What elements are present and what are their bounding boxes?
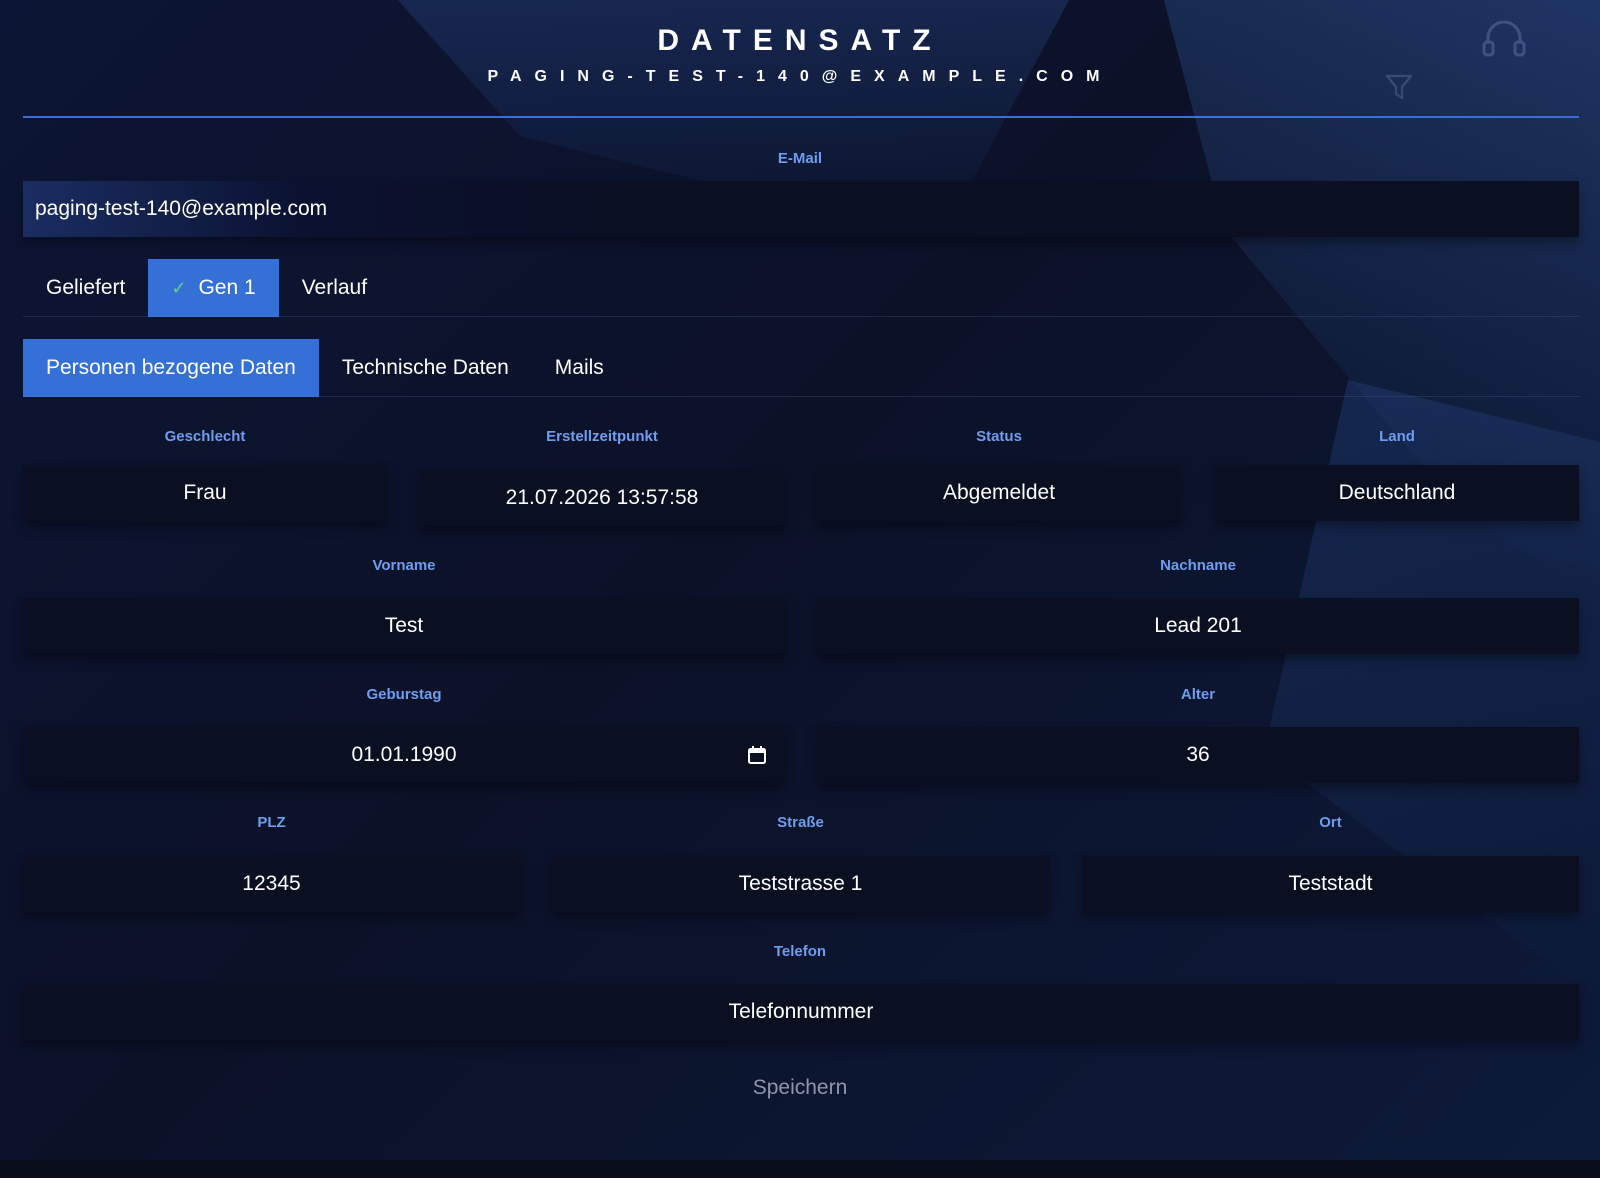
alter-value: 36 — [1186, 743, 1210, 766]
check-icon: ✓ — [171, 277, 187, 298]
alter-label: Alter — [1180, 686, 1216, 703]
telefon-input[interactable]: Telefonnummer — [23, 984, 1579, 1040]
header-divider — [23, 116, 1579, 118]
plz-input[interactable]: 12345 — [23, 856, 520, 912]
tab-mails[interactable]: Mails — [532, 339, 627, 397]
tab-personen-bezogene-daten[interactable]: Personen bezogene Daten — [23, 339, 319, 397]
header: DATENSATZ PAGING-TEST-140@EXAMPLE.COM — [0, 0, 1600, 118]
land-label: Land — [1379, 428, 1415, 445]
bottom-bar — [0, 1160, 1600, 1178]
tab-label: Mails — [554, 356, 604, 379]
tab-geliefert[interactable]: Geliefert — [23, 259, 148, 317]
plz-value: 12345 — [242, 872, 301, 895]
status-select[interactable]: Abgemeldet — [817, 465, 1181, 521]
nachname-input[interactable]: Lead 201 — [817, 598, 1579, 654]
strasse-label: Straße — [777, 814, 824, 831]
erstellzeitpunkt-label: Erstellzeitpunkt — [546, 428, 658, 445]
geburtstag-input[interactable]: 01.01.1990 — [23, 727, 785, 783]
headset-icon[interactable] — [1482, 18, 1526, 58]
vorname-value: Test — [384, 614, 424, 637]
email-value: paging-test-140@example.com — [35, 197, 328, 220]
strasse-input[interactable]: Teststrasse 1 — [552, 856, 1049, 912]
ort-value: Teststadt — [1288, 872, 1373, 895]
save-button[interactable]: Speichern — [0, 1076, 1600, 1100]
status-label: Status — [976, 428, 1022, 445]
telefon-value: Telefonnummer — [728, 1000, 874, 1023]
section-tabs: Personen bezogene Daten Technische Daten… — [23, 339, 627, 397]
erstellzeitpunkt-field[interactable]: 21.07.2026 13:57:58 — [420, 470, 784, 526]
geschlecht-label: Geschlecht — [164, 428, 246, 445]
telefon-label: Telefon — [773, 943, 827, 960]
email-label: E-Mail — [777, 150, 823, 167]
page-title: DATENSATZ — [657, 24, 943, 57]
land-value: Deutschland — [1338, 481, 1456, 504]
vorname-label: Vorname — [372, 557, 436, 574]
tabs-divider — [23, 396, 1579, 397]
page: DATENSATZ PAGING-TEST-140@EXAMPLE.COM E-… — [0, 0, 1600, 1178]
status-value: Abgemeldet — [942, 481, 1056, 504]
tab-label: Technische Daten — [341, 356, 509, 379]
email-field[interactable]: paging-test-140@example.com — [23, 181, 1579, 237]
vorname-input[interactable]: Test — [23, 598, 785, 654]
status-tabs: Geliefert ✓ Gen 1 Verlauf — [23, 259, 390, 317]
geschlecht-select[interactable]: Frau — [23, 465, 387, 521]
filter-icon[interactable] — [1384, 72, 1414, 102]
nachname-value: Lead 201 — [1154, 614, 1242, 637]
tabs-divider — [23, 316, 1579, 317]
tab-gen-1[interactable]: ✓ Gen 1 — [148, 259, 279, 317]
calendar-icon[interactable] — [747, 745, 767, 765]
nachname-label: Nachname — [1160, 557, 1236, 574]
tab-label: Personen bezogene Daten — [46, 356, 296, 379]
alter-field[interactable]: 36 — [817, 727, 1579, 783]
strasse-value: Teststrasse 1 — [738, 872, 863, 895]
tab-label: Geliefert — [46, 276, 126, 299]
ort-input[interactable]: Teststadt — [1082, 856, 1579, 912]
geburtstag-value: 01.01.1990 — [351, 743, 457, 766]
tab-verlauf[interactable]: Verlauf — [279, 259, 390, 317]
ort-label: Ort — [1319, 814, 1342, 831]
page-subtitle: PAGING-TEST-140@EXAMPLE.COM — [487, 68, 1113, 85]
land-select[interactable]: Deutschland — [1215, 465, 1579, 521]
geburtstag-label: Geburstag — [366, 686, 442, 703]
tab-label: Verlauf — [301, 276, 368, 299]
tab-technische-daten[interactable]: Technische Daten — [319, 339, 532, 397]
erstellzeitpunkt-value: 21.07.2026 13:57:58 — [505, 486, 699, 509]
tab-label: Gen 1 — [198, 276, 256, 299]
geschlecht-value: Frau — [183, 481, 227, 504]
plz-label: PLZ — [257, 814, 286, 831]
